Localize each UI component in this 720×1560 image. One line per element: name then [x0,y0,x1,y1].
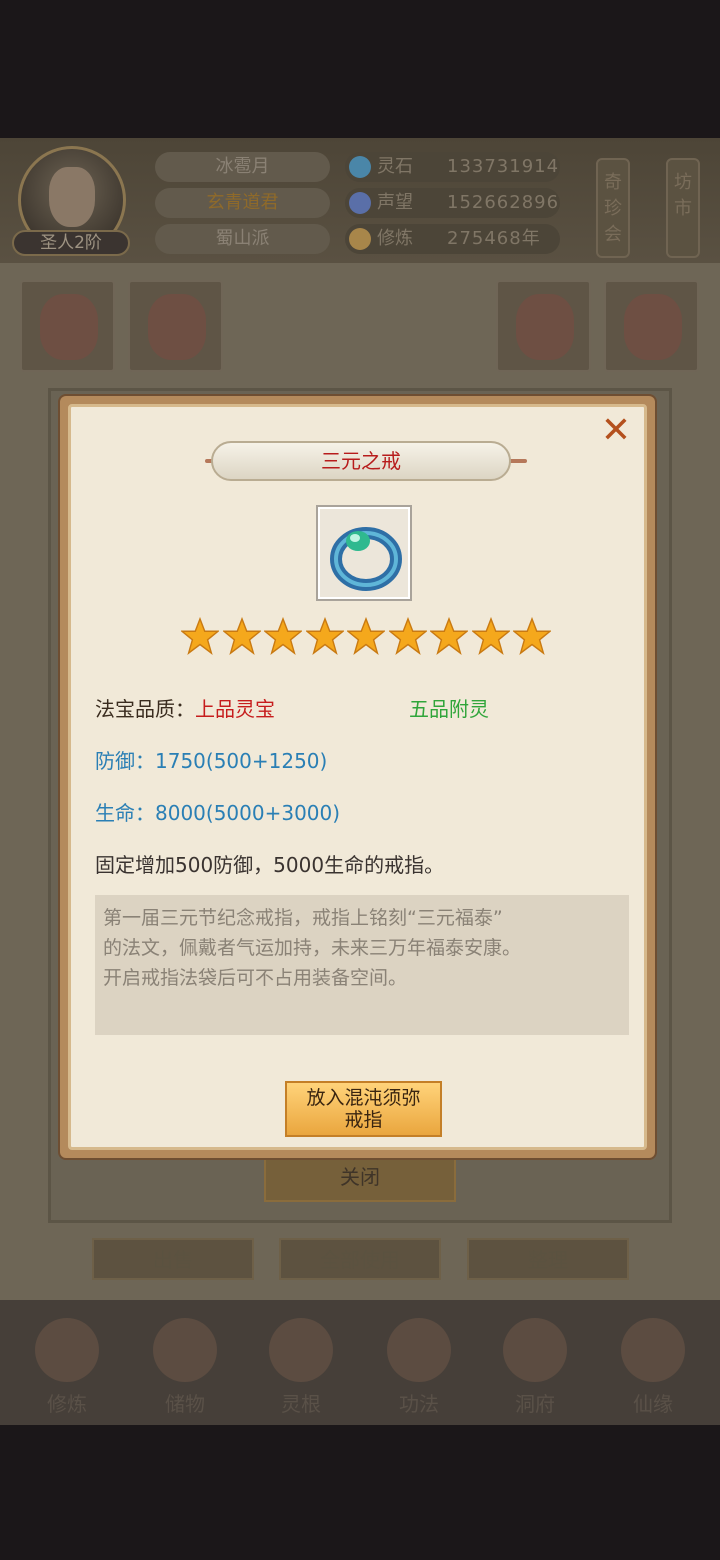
inventory-slot[interactable] [128,280,223,372]
item-description: 第一届三元节纪念戒指，戒指上铭刻“三元福泰” 的法文，佩戴者气运加持，未来三万年… [95,895,629,1035]
life-value: 8000(5000+3000) [155,801,341,825]
technique-book-icon [387,1318,451,1382]
player-header: 圣人2阶 冰雹月 玄青道君 蜀山派 灵石 133731914 声望 152662… [0,138,720,263]
star-icon [347,617,385,655]
item-name: 三元之戒 [211,441,511,481]
quality-row: 法宝品质：上品灵宝 [95,693,275,722]
item-effect: 固定增加500防御，5000生命的戒指。 [95,853,445,877]
resource-prestige: 声望 152662896 [345,188,560,218]
rank-badge: 圣人2阶 [12,230,130,256]
star-icon [264,617,302,655]
player-name: 冰雹月 [155,152,330,182]
sell-button[interactable]: 出售 [92,1238,254,1280]
treasure-fair-button[interactable]: 奇珍会 [596,158,630,258]
star-icon [305,617,344,655]
description-line: 第一届三元节纪念戒指，戒指上铭刻“三元福泰” [103,907,503,929]
spirit-stone-icon [349,156,371,178]
game-screen: 圣人2阶 冰雹月 玄青道君 蜀山派 灵石 133731914 声望 152662… [0,0,720,1560]
quality-value: 上品灵宝 [195,697,275,721]
dialog-body: ✕ 三元之戒 法宝品质：上品灵宝 五品附灵 防御：1750(500+1250) [68,404,647,1150]
star-icon [181,617,219,655]
player-title: 玄青道君 [155,188,330,218]
nav-cave-dwelling[interactable]: 洞府 [490,1318,580,1418]
nav-cultivate[interactable]: 修炼 [22,1318,112,1418]
nav-immortal-fate[interactable]: 仙缘 [608,1318,698,1418]
enchant-level: 五品附灵 [409,697,489,721]
description-line: 的法文，佩戴者气运加持，未来三万年福泰安康。 [103,937,522,959]
inventory-slot[interactable] [20,280,115,372]
inventory-slot[interactable] [604,280,699,372]
immortal-fate-icon [621,1318,685,1382]
cultivate-icon [35,1318,99,1382]
star-icon [430,617,468,655]
nav-storage[interactable]: 储物 [140,1318,230,1418]
item-detail-dialog: ✕ 三元之戒 法宝品质：上品灵宝 五品附灵 防御：1750(500+1250) [60,396,655,1158]
jade-ring-icon [330,527,402,591]
close-icon[interactable]: ✕ [596,411,636,451]
star-icon [513,617,551,655]
resource-spirit-stone: 灵石 133731914 [345,152,560,182]
quality-label: 法宝品质： [95,697,195,721]
put-into-chaos-ring-button[interactable]: 放入混沌须弥 戒指 [285,1081,442,1137]
life-row: 生命：8000(5000+3000) [95,797,340,826]
sort-button[interactable]: 整理 [467,1238,629,1280]
item-icon-frame [316,505,412,601]
cultivation-icon [349,228,371,250]
defense-label: 防御： [95,749,155,773]
player-sect: 蜀山派 [155,224,330,254]
market-button[interactable]: 坊市 [666,158,700,258]
storage-bag-icon [153,1318,217,1382]
cave-dwelling-icon [503,1318,567,1382]
prestige-icon [349,192,371,214]
life-label: 生命： [95,801,155,825]
star-rating [181,617,551,657]
star-icon [222,617,261,655]
defense-row: 防御：1750(500+1250) [95,745,327,774]
inventory-slot[interactable] [496,280,591,372]
nav-technique[interactable]: 功法 [374,1318,464,1418]
resource-cultivation: 修炼 275468年 [345,224,560,254]
avatar-face [49,167,95,227]
defense-value: 1750(500+1250) [155,749,328,773]
use-all-button[interactable]: 全部使用 [279,1238,441,1280]
close-button[interactable]: 关闭 [264,1152,456,1202]
nav-spirit-root[interactable]: 灵根 [256,1318,346,1418]
spirit-root-icon [269,1318,333,1382]
star-icon [388,617,427,655]
star-icon [471,617,510,655]
description-line: 开启戒指法袋后可不占用装备空间。 [103,967,408,989]
